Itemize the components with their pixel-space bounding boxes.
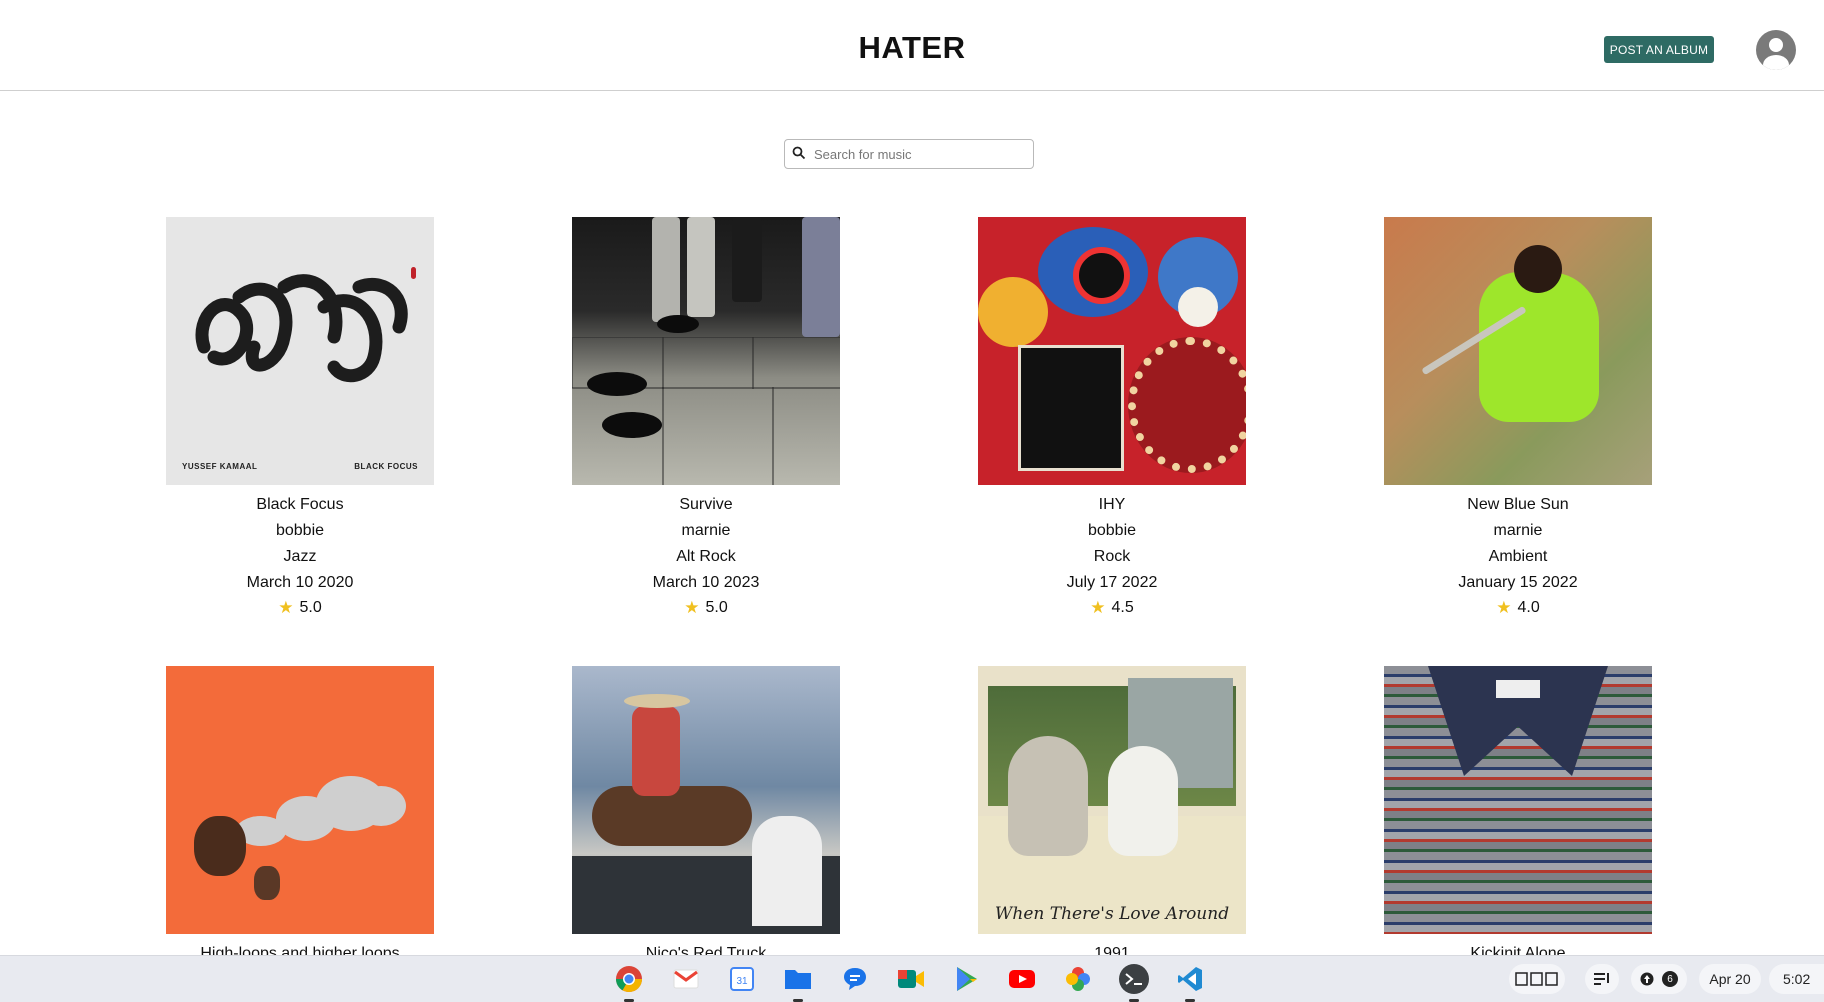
user-avatar-icon[interactable] — [1756, 30, 1796, 70]
album-date: January 15 2022 — [1458, 574, 1578, 591]
album-card[interactable]: Survive marnie Alt Rock March 10 2023 ★ … — [572, 217, 840, 618]
os-shelf: 31 6 Apr 20 5:02 — [0, 955, 1824, 1002]
album-title: Survive — [679, 496, 733, 513]
album-cover[interactable]: YUSSEF KAMAAL BLACK FOCUS — [166, 217, 434, 485]
cover-text: When There's Love Around — [994, 904, 1230, 924]
album-date: July 17 2022 — [1066, 574, 1158, 591]
meet-icon[interactable] — [896, 964, 926, 994]
album-cover[interactable] — [978, 217, 1246, 485]
album-card[interactable]: Nico's Red Truck — [572, 666, 840, 967]
album-cover[interactable] — [166, 666, 434, 934]
album-card[interactable]: IHY bobbie Rock July 17 2022 ★ 4.5 — [978, 217, 1246, 618]
play-store-icon[interactable] — [952, 964, 982, 994]
rating-value: 4.5 — [1111, 599, 1134, 616]
star-icon: ★ — [278, 598, 294, 617]
rating-value: 5.0 — [705, 599, 728, 616]
photos-icon[interactable] — [1063, 964, 1093, 994]
album-user: bobbie — [275, 522, 325, 539]
star-icon: ★ — [1090, 598, 1106, 617]
gmail-icon[interactable] — [671, 964, 701, 994]
album-cover[interactable] — [1384, 666, 1652, 934]
app-header: HATER POST AN ALBUM — [0, 0, 1824, 91]
album-rating: ★ 4.0 — [1384, 598, 1652, 618]
playlist-icon[interactable] — [1585, 964, 1619, 994]
album-card[interactable]: YUSSEF KAMAAL BLACK FOCUS Black Focus bo… — [166, 217, 434, 618]
vscode-icon[interactable] — [1175, 964, 1205, 1002]
chrome-icon[interactable] — [614, 964, 644, 1002]
album-genre: Ambient — [1488, 548, 1548, 565]
album-title: IHY — [1098, 496, 1126, 513]
clock-time: 5:02 — [1783, 971, 1811, 987]
upload-icon — [1640, 972, 1654, 986]
star-icon: ★ — [1496, 598, 1512, 617]
notification-count: 6 — [1662, 971, 1678, 987]
album-title: New Blue Sun — [1467, 496, 1569, 513]
terminal-icon[interactable] — [1119, 964, 1149, 1002]
post-album-button[interactable]: POST AN ALBUM — [1604, 36, 1714, 63]
date-display[interactable]: Apr 20 — [1699, 964, 1761, 994]
album-cover[interactable] — [572, 217, 840, 485]
album-card[interactable]: Kickinit Alone — [1384, 666, 1652, 967]
time-display[interactable]: 5:02 — [1769, 964, 1824, 994]
album-rating: ★ 5.0 — [166, 598, 434, 618]
album-cover[interactable]: When There's Love Around — [978, 666, 1246, 934]
calendar-icon[interactable]: 31 — [727, 964, 757, 994]
cover-text-title: BLACK FOCUS — [354, 462, 418, 471]
album-rating: ★ 5.0 — [572, 598, 840, 618]
album-date: March 10 2020 — [246, 574, 354, 591]
album-user: marnie — [681, 522, 731, 539]
album-card[interactable]: When There's Love Around 1991 — [978, 666, 1246, 967]
rating-value: 5.0 — [299, 599, 322, 616]
album-card[interactable]: High-loops and higher loops — [166, 666, 434, 967]
svg-text:31: 31 — [736, 976, 748, 987]
album-card[interactable]: New Blue Sun marnie Ambient January 15 2… — [1384, 217, 1652, 618]
notifications-tray[interactable]: 6 — [1631, 964, 1687, 994]
album-user: bobbie — [1087, 522, 1137, 539]
files-icon[interactable] — [783, 964, 813, 1002]
album-rating: ★ 4.5 — [978, 598, 1246, 618]
album-genre: Alt Rock — [676, 548, 736, 565]
cover-text-artist: YUSSEF KAMAAL — [182, 462, 258, 471]
star-icon: ★ — [684, 598, 700, 617]
album-genre: Jazz — [283, 548, 317, 565]
album-user: marnie — [1493, 522, 1543, 539]
album-date: March 10 2023 — [652, 574, 760, 591]
rating-value: 4.0 — [1517, 599, 1540, 616]
search-icon — [792, 146, 806, 160]
album-cover[interactable] — [572, 666, 840, 934]
site-logo[interactable]: HATER — [0, 30, 1824, 66]
album-cover[interactable] — [1384, 217, 1652, 485]
search-input[interactable] — [812, 142, 1028, 166]
youtube-icon[interactable] — [1007, 964, 1037, 994]
album-genre: Rock — [1093, 548, 1131, 565]
search-bar — [784, 139, 1034, 169]
tray-window-icons[interactable] — [1509, 964, 1565, 994]
album-title: Black Focus — [256, 496, 344, 513]
messages-icon[interactable] — [840, 964, 870, 994]
